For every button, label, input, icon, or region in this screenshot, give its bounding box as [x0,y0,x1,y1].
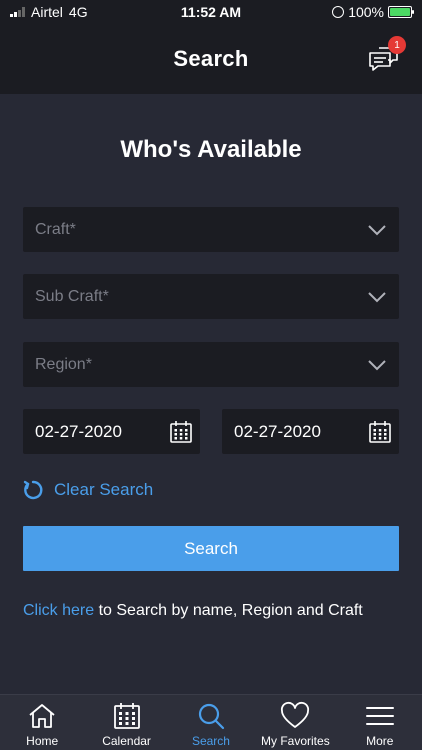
tab-search[interactable]: Search [169,695,253,748]
click-here-link[interactable]: Click here [23,602,94,619]
nav-header: Search 1 [0,24,422,94]
tab-more[interactable]: More [338,695,422,748]
status-bar: Airtel 4G 11:52 AM 100% [0,0,422,24]
tab-search-label: Search [191,734,230,748]
signal-icon [10,7,25,17]
search-button[interactable]: Search [23,526,399,571]
menu-icon [365,707,394,725]
tab-favorites-label: My Favorites [261,734,330,748]
hint-text: to Search by name, Region and Craft [94,602,363,619]
network-type: 4G [68,4,88,20]
tab-home-label: Home [26,734,59,748]
chevron-down-icon [368,291,386,302]
tab-home[interactable]: Home [0,695,84,748]
tab-bar: Home Calendar Search My Favorites More [0,694,422,750]
search-hint: Click here to Search by name, Region and… [23,602,413,620]
chevron-down-icon [368,224,386,235]
status-right: 100% [332,4,414,20]
tab-calendar-label: Calendar [102,734,151,748]
chevron-down-icon [368,359,386,370]
clear-search-button[interactable]: Clear Search [22,476,153,504]
section-heading: Who's Available [120,136,302,163]
subcraft-placeholder: Sub Craft* [35,287,109,305]
start-date-value: 02-27-2020 [35,421,122,441]
calendar-icon [113,703,140,729]
clear-search-label: Clear Search [54,480,154,499]
notification-badge: 1 [388,36,406,54]
battery-icon [388,6,414,18]
page-title: Search [173,46,249,71]
subcraft-select[interactable]: Sub Craft* [23,274,399,319]
end-date-field[interactable]: 02-27-2020 [222,409,399,454]
craft-select[interactable]: Craft* [23,207,399,252]
end-date-value: 02-27-2020 [234,421,321,441]
orientation-lock-icon [332,6,345,18]
home-icon [29,704,55,728]
calendar-icon[interactable] [367,419,393,445]
refresh-icon [23,480,43,500]
messages-button[interactable]: 1 [366,36,406,76]
region-placeholder: Region* [35,355,92,373]
tab-more-label: More [366,734,394,748]
heart-icon [281,701,310,728]
calendar-icon[interactable] [168,419,194,445]
carrier-name: Airtel [31,4,63,20]
tab-calendar[interactable]: Calendar [85,695,169,748]
start-date-field[interactable]: 02-27-2020 [23,409,200,454]
craft-placeholder: Craft* [35,220,76,238]
status-left: Airtel 4G [10,4,88,20]
search-icon [198,703,225,730]
region-select[interactable]: Region* [23,342,399,387]
battery-percent: 100% [348,4,384,20]
tab-favorites[interactable]: My Favorites [253,695,337,748]
